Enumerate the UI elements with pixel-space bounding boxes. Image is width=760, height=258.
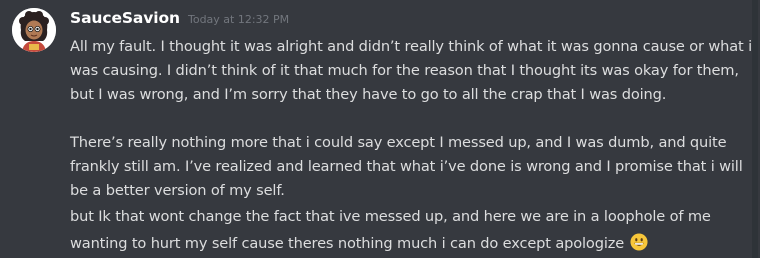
- avatar-image: [12, 8, 56, 52]
- message-line: but Ik that wont change the fact that iv…: [70, 208, 711, 225]
- message-paragraph-2: There’s really nothing more that i could…: [70, 131, 743, 203]
- message-line: but I was wrong, and I’m sorry that they…: [70, 86, 667, 103]
- grinning-face-emoji: [630, 233, 648, 251]
- chat-message: SauceSavion Today at 12:32 PM All my fau…: [0, 0, 760, 258]
- message-line-with-emoji: wanting to hurt my self cause theres not…: [70, 230, 742, 257]
- message-paragraph-1: All my fault. I thought it was alright a…: [70, 35, 753, 107]
- username[interactable]: SauceSavion: [70, 9, 180, 27]
- message-line: wanting to hurt my self cause theres not…: [70, 235, 625, 252]
- message-content: All my fault. I thought it was alright a…: [70, 35, 753, 257]
- message-line: There’s really nothing more that i could…: [70, 134, 727, 151]
- message-line: All my fault. I thought it was alright a…: [70, 38, 753, 55]
- message-paragraph-3: but Ik that wont change the fact that iv…: [70, 203, 742, 257]
- message-line: frankly still am. I’ve realized and lear…: [70, 158, 743, 175]
- message-header: SauceSavion Today at 12:32 PM: [70, 9, 289, 31]
- timestamp: Today at 12:32 PM: [187, 13, 290, 26]
- message-line: was causing. I didn’t think of it that m…: [70, 62, 739, 79]
- scrollbar-track[interactable]: [752, 0, 758, 258]
- message-line: be a better version of my self.: [70, 182, 285, 199]
- user-avatar[interactable]: [12, 8, 56, 52]
